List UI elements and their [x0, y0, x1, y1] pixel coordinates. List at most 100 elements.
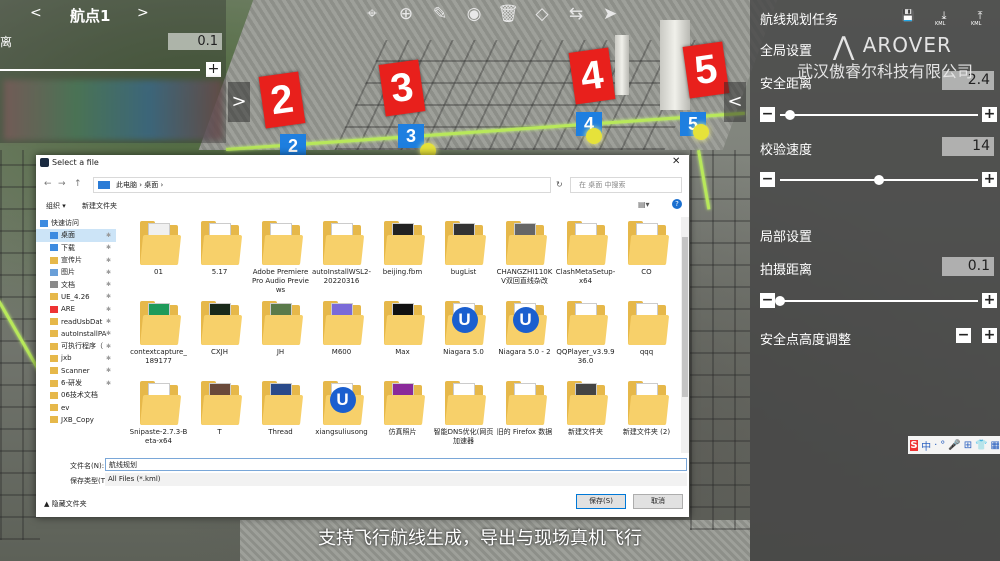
- send-icon[interactable]: ➤: [598, 2, 622, 26]
- file-item[interactable]: 01: [128, 221, 189, 301]
- ime-punct[interactable]: ·: [934, 440, 937, 451]
- safe-height-plus[interactable]: +: [982, 328, 997, 343]
- prev-waypoint-button[interactable]: <: [30, 5, 42, 21]
- waypoint-value-input[interactable]: 0.1: [168, 33, 222, 50]
- file-item[interactable]: Thread: [250, 381, 311, 461]
- cancel-button[interactable]: 取消: [633, 494, 683, 509]
- safe-distance-knob[interactable]: [784, 110, 795, 120]
- sidebar-item[interactable]: JXB_Copy: [36, 414, 116, 426]
- file-item[interactable]: QQPlayer_v3.9.936.0: [555, 301, 616, 381]
- sidebar-item[interactable]: 6-研发 ✱: [36, 377, 116, 389]
- forward-button[interactable]: →: [58, 179, 66, 189]
- sogou-icon[interactable]: S: [910, 439, 919, 451]
- shoot-distance-plus[interactable]: +: [982, 293, 997, 308]
- check-speed-knob[interactable]: [874, 175, 884, 185]
- file-item[interactable]: 智能DNS优化(网页加速器: [433, 381, 494, 461]
- file-item[interactable]: 旧的 Firefox 数据: [494, 381, 555, 461]
- edit-icon[interactable]: ✎: [428, 2, 452, 26]
- new-folder-button[interactable]: 新建文件夹: [82, 201, 117, 211]
- sidebar-item[interactable]: 图片 ✱: [36, 266, 116, 278]
- safe-height-minus[interactable]: −: [956, 328, 971, 343]
- ime-toolbar[interactable]: S 中 · ° 🎤 ⊞ 👕 ▦: [908, 436, 1000, 454]
- hide-folders-toggle[interactable]: ▲ 隐藏文件夹: [44, 499, 87, 509]
- filename-input[interactable]: 航线规划: [105, 458, 687, 471]
- sidebar-item[interactable]: UE_4.26 ✱: [36, 291, 116, 303]
- grid-icon[interactable]: ▦: [991, 440, 1000, 451]
- file-item[interactable]: 新建文件夹: [555, 381, 616, 461]
- shoot-distance-minus[interactable]: −: [760, 293, 775, 308]
- sidebar-item[interactable]: ARE ✱: [36, 303, 116, 315]
- keyboard-icon[interactable]: ⊞: [964, 440, 972, 451]
- close-button[interactable]: ✕: [672, 156, 680, 167]
- file-item[interactable]: U Niagara 5.0 - 2: [494, 301, 555, 381]
- path-breadcrumb[interactable]: 此电脑 › 桌面 ›: [93, 177, 551, 193]
- sidebar-item[interactable]: 宣传片 ✱: [36, 254, 116, 266]
- help-icon[interactable]: ?: [672, 199, 682, 209]
- sidebar-item[interactable]: readUsbDat ✱: [36, 315, 116, 327]
- next-waypoint-button[interactable]: >: [137, 5, 149, 21]
- file-item[interactable]: ClashMetaSetup-x64: [555, 221, 616, 301]
- search-input[interactable]: 在 桌面 中搜索: [570, 177, 682, 193]
- ime-mode[interactable]: 中: [921, 438, 931, 453]
- safe-distance-minus[interactable]: −: [760, 107, 775, 122]
- back-button[interactable]: ←: [44, 179, 52, 189]
- file-item[interactable]: 5.17: [189, 221, 250, 301]
- waypoint-marker-4[interactable]: 4: [568, 47, 616, 105]
- view-icon[interactable]: ▤▾: [638, 200, 650, 209]
- filetype-select[interactable]: All Files (*.kml): [105, 473, 687, 486]
- trash-icon[interactable]: 🗑: [496, 2, 520, 26]
- file-item[interactable]: bugList: [433, 221, 494, 301]
- scrollbar-thumb[interactable]: [682, 237, 688, 397]
- add-circle-icon[interactable]: ⊕: [394, 2, 418, 26]
- file-item[interactable]: Max: [372, 301, 433, 381]
- check-speed-plus[interactable]: +: [982, 172, 997, 187]
- safe-distance-plus[interactable]: +: [982, 107, 997, 122]
- sidebar-item[interactable]: 快速访问: [36, 217, 116, 229]
- waypoint-marker-5[interactable]: 5: [682, 41, 730, 99]
- sidebar-item[interactable]: 桌面 ✱: [36, 229, 116, 242]
- target-icon[interactable]: ⌖: [360, 2, 384, 26]
- route-icon[interactable]: ⇆: [564, 2, 588, 26]
- eraser-icon[interactable]: ◇: [530, 2, 554, 26]
- file-list-scrollbar[interactable]: [681, 217, 689, 453]
- save-button[interactable]: 保存(S): [576, 494, 626, 509]
- waypoint-marker-2[interactable]: 2: [258, 71, 306, 129]
- sidebar-item[interactable]: 下载 ✱: [36, 242, 116, 254]
- scene-left-arrow[interactable]: >: [228, 82, 250, 122]
- safe-distance-slider[interactable]: [780, 114, 978, 116]
- save-icon[interactable]: 💾: [898, 6, 918, 26]
- refresh-icon[interactable]: ↻: [556, 180, 563, 189]
- waypoint-marker-3[interactable]: 3: [378, 59, 426, 117]
- file-item[interactable]: qqq: [616, 301, 677, 381]
- file-item[interactable]: autoInstallWSL2-20220316: [311, 221, 372, 301]
- check-speed-minus[interactable]: −: [760, 172, 775, 187]
- file-item[interactable]: Adobe Premiere Pro Audio Previews: [250, 221, 311, 301]
- scene-right-arrow[interactable]: <: [724, 82, 746, 122]
- waypoint-slider[interactable]: [0, 69, 200, 71]
- sidebar-item[interactable]: 文档 ✱: [36, 278, 116, 290]
- file-item[interactable]: Uxiangsuliusong: [311, 381, 372, 461]
- check-speed-input[interactable]: 14: [942, 137, 994, 156]
- sidebar-item[interactable]: 可执行程序（ ✱: [36, 340, 116, 352]
- shoot-distance-knob[interactable]: [775, 296, 785, 306]
- shoot-distance-slider[interactable]: [780, 300, 978, 302]
- waypoint-plus-button[interactable]: +: [206, 62, 221, 77]
- file-item[interactable]: JH: [250, 301, 311, 381]
- file-item[interactable]: Snipaste-2.7.3-Beta-x64: [128, 381, 189, 461]
- file-item[interactable]: 仿真照片: [372, 381, 433, 461]
- file-item[interactable]: U Niagara 5.0: [433, 301, 494, 381]
- microphone-icon[interactable]: 🎤: [948, 440, 960, 451]
- sidebar-item[interactable]: ev: [36, 401, 116, 413]
- file-item[interactable]: 新建文件夹 (2): [616, 381, 677, 461]
- sidebar-item[interactable]: Scanner ✱: [36, 365, 116, 377]
- eye-icon[interactable]: ◉: [462, 2, 486, 26]
- organize-menu[interactable]: 组织 ▾: [46, 201, 66, 211]
- file-item[interactable]: CXJH: [189, 301, 250, 381]
- file-item[interactable]: beijing.fbm: [372, 221, 433, 301]
- file-item[interactable]: CO: [616, 221, 677, 301]
- shoot-distance-input[interactable]: 0.1: [942, 257, 994, 276]
- file-item[interactable]: M600: [311, 301, 372, 381]
- ime-degree[interactable]: °: [940, 440, 945, 451]
- file-item[interactable]: contextcapture_189177: [128, 301, 189, 381]
- sidebar-item[interactable]: jxb ✱: [36, 352, 116, 364]
